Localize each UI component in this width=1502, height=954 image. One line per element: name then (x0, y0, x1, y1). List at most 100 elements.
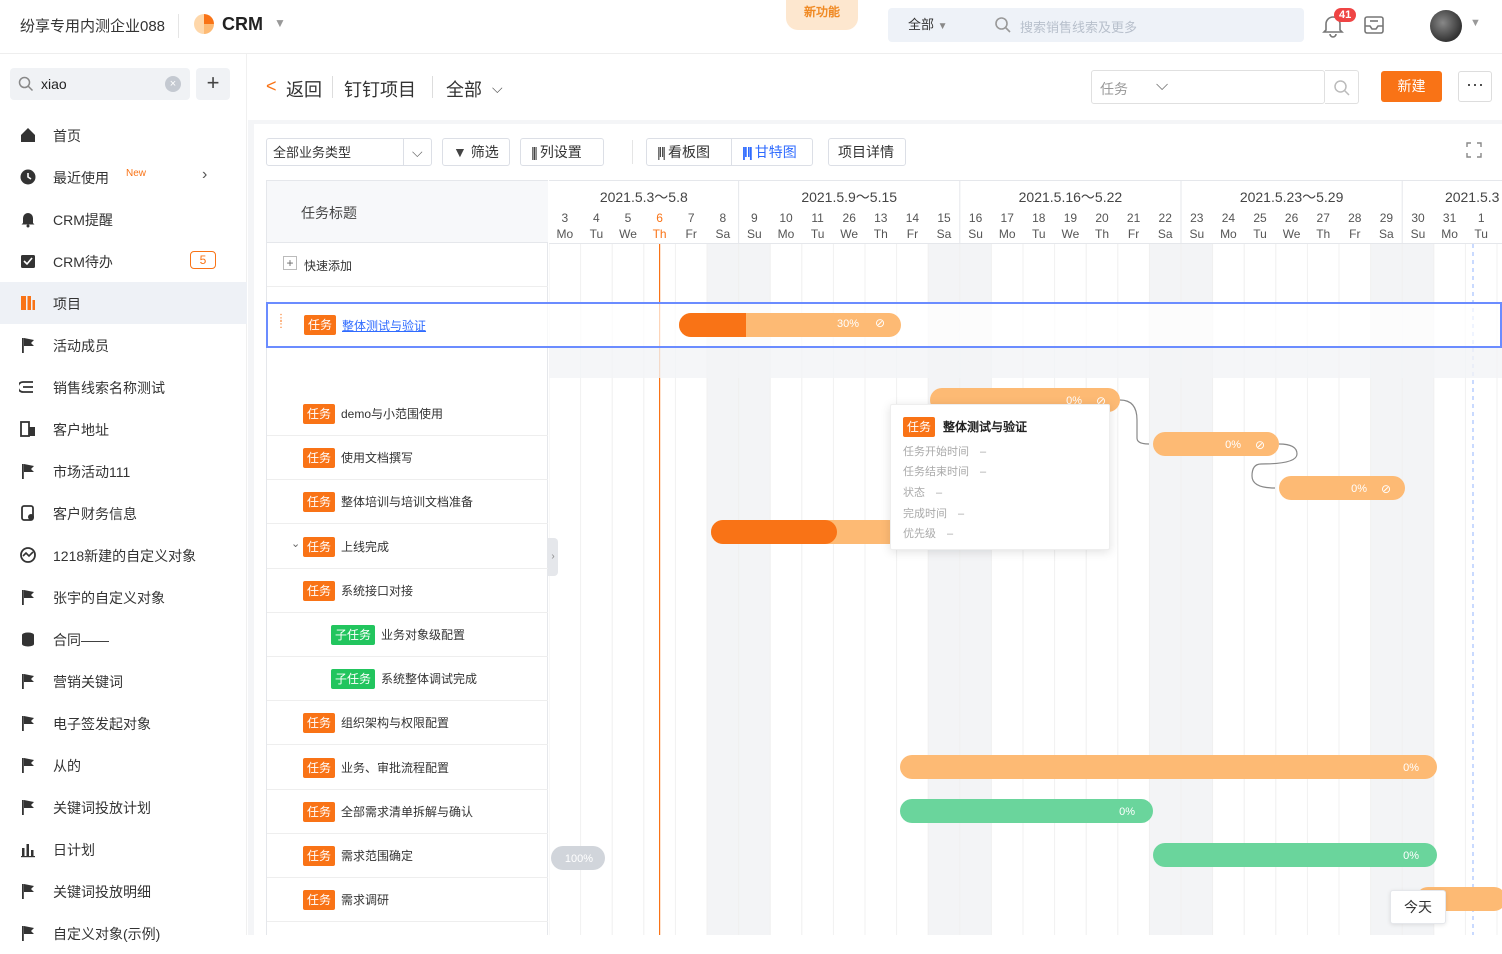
crm-logo-icon (194, 14, 214, 34)
sidebar-item[interactable]: 电子签发起对象 (0, 702, 247, 744)
sidebar-item-label: CRM提醒 (53, 212, 113, 228)
day-weekday: Fr (1128, 227, 1139, 241)
sidebar-item[interactable]: 张宇的自定义对象 (0, 576, 247, 618)
fullscreen-icon[interactable] (1466, 142, 1482, 158)
sidebar-item[interactable]: 1218新建的自定义对象 (0, 534, 247, 576)
collapse-panel-button[interactable]: › (548, 538, 558, 576)
sidebar-item[interactable]: 关键词投放计划 (0, 786, 247, 828)
sidebar-item[interactable]: 最近使用 New › (0, 156, 247, 198)
task-row[interactable]: 任务 需求范围确定 (267, 834, 548, 878)
more-button[interactable]: ··· (1458, 71, 1492, 102)
business-type-select[interactable]: 全部业务类型 ⌵ (266, 138, 432, 166)
column-settings-button[interactable]: ||| 列设置 (520, 138, 604, 166)
week-label: 2021.5.3 (1445, 189, 1500, 205)
task-row[interactable]: 任务 全部需求清单拆解与确认 (267, 790, 548, 834)
task-title[interactable]: 业务、审批流程配置 (341, 759, 449, 776)
app-name[interactable]: CRM (222, 14, 263, 35)
task-title[interactable]: 使用文档撰写 (341, 449, 413, 466)
task-type-select[interactable]: 任务 ⌵ (1091, 70, 1359, 104)
sidebar-item[interactable]: CRM提醒 (0, 198, 247, 240)
task-row[interactable]: 任务 系统接口对接 (267, 569, 548, 613)
sidebar-item-label: 首页 (53, 128, 81, 144)
scope-select[interactable]: 全部 (446, 76, 482, 102)
kanban-view-tab[interactable]: |‖| 看板图 (646, 138, 732, 166)
task-title[interactable]: 需求调研 (341, 891, 389, 908)
timeline-canvas: 2021.5.3～5.8 2021.5.9～5.15 2021.5.16～5.22 2… (549, 180, 1502, 935)
avatar[interactable] (1430, 10, 1462, 42)
gantt-view-tab[interactable]: |‖| 甘特图 (731, 138, 813, 166)
dependency-connector (1119, 399, 1150, 445)
task-row[interactable]: 任务 整体培训与培训文档准备 (267, 480, 548, 525)
progress-label: 30% (837, 318, 860, 330)
task-row[interactable]: 子任务 业务对象级配置 (267, 613, 548, 657)
task-row[interactable]: ⌄ 任务 上线完成 (267, 525, 548, 569)
filter-button[interactable]: ▼ 筛选 (442, 138, 510, 166)
chevron-down-icon[interactable]: ⌵ (492, 80, 503, 97)
task-row[interactable]: 任务 业务、审批流程配置 (267, 746, 548, 790)
task-row[interactable]: 任务 需求调研 (267, 878, 548, 923)
clear-icon[interactable]: × (165, 76, 181, 92)
day-number: 3 (561, 211, 568, 225)
task-title[interactable]: 系统整体调试完成 (381, 670, 477, 687)
search-scope-select[interactable]: 全部 ▼ (888, 8, 970, 42)
company-name[interactable]: 纷享专用内测企业088 (20, 15, 165, 36)
chevron-down-icon[interactable]: ▼ (274, 16, 286, 30)
link-icon[interactable]: ⊘ (875, 316, 885, 330)
sidebar-item[interactable]: 客户财务信息 (0, 492, 247, 534)
selected-task-row[interactable]: ⋮ ⋮ 任务 整体测试与验证 30% ⊘ (266, 302, 1502, 348)
inbox-icon[interactable] (1362, 13, 1386, 37)
sidebar-item[interactable]: CRM待办 5 (0, 240, 247, 282)
drag-handle-icon[interactable]: ⋮ ⋮ (276, 314, 286, 330)
sidebar-item[interactable]: 客户地址 (0, 408, 247, 450)
sidebar-item[interactable]: 关键词投放明细 (0, 870, 247, 912)
sidebar-item[interactable]: 首页 (0, 114, 247, 156)
new-button[interactable]: 新建 (1381, 71, 1442, 102)
link-icon: ⊘ (1381, 482, 1391, 496)
task-row[interactable]: 子任务 系统整体调试完成 (267, 657, 548, 702)
task-row[interactable]: 任务 组织架构与权限配置 (267, 701, 548, 746)
sidebar-item-label: 项目 (53, 296, 81, 312)
sidebar-item[interactable]: 营销关键词 (0, 660, 247, 702)
task-title[interactable]: 业务对象级配置 (381, 626, 465, 643)
today-button[interactable]: 今天 (1390, 890, 1446, 924)
sidebar-item[interactable]: 日计划 (0, 828, 247, 870)
sidebar-item[interactable]: 合同—— (0, 618, 247, 660)
chevron-right-icon[interactable]: › (202, 166, 207, 184)
new-feature-badge[interactable]: 新功能 (786, 0, 858, 30)
sidebar-item[interactable]: 活动成员 (0, 324, 247, 366)
sidebar-item[interactable]: 项目 (0, 282, 247, 324)
task-title[interactable]: 组织架构与权限配置 (341, 714, 449, 731)
task-title-link[interactable]: 整体测试与验证 (342, 317, 426, 334)
day-number: 17 (1001, 211, 1015, 225)
sidebar-item[interactable]: 从的 (0, 744, 247, 786)
task-title[interactable]: 整体培训与培训文档准备 (341, 493, 473, 510)
sidebar-item[interactable]: 销售线索名称测试 (0, 366, 247, 408)
task-title[interactable]: 上线完成 (341, 538, 389, 555)
global-search-input[interactable]: 搜索销售线索及更多 (970, 8, 1304, 42)
sidebar-item[interactable]: 自定义对象(示例) (0, 912, 247, 954)
back-button[interactable]: 返回 (286, 76, 322, 102)
task-title[interactable]: 需求范围确定 (341, 847, 413, 864)
selected-task-bar[interactable]: 30% ⊘ (679, 313, 901, 337)
day-number: 20 (1095, 211, 1109, 225)
day-weekday: Tu (1253, 227, 1267, 241)
chevron-down-icon[interactable]: ▼ (1470, 17, 1481, 29)
add-button[interactable]: + (196, 68, 230, 100)
task-search-button[interactable] (1325, 70, 1359, 104)
bar-progress-label: 0% (1403, 762, 1419, 774)
sidebar-item-label: 营销关键词 (53, 674, 123, 690)
task-row[interactable]: 任务 使用文档撰写 (267, 436, 548, 481)
quick-add-row[interactable]: + 快速添加 (267, 244, 548, 287)
task-title[interactable]: 系统接口对接 (341, 582, 413, 599)
project-details-button[interactable]: 项目详情 (828, 138, 906, 166)
task-title[interactable]: 全部需求清单拆解与确认 (341, 803, 473, 820)
day-weekday: Fr (1349, 227, 1360, 241)
sidebar-item-label: 合同—— (53, 632, 109, 648)
back-arrow-icon[interactable]: < (266, 76, 277, 97)
sidebar-search-input[interactable]: xiao × (10, 68, 190, 100)
sidebar-item[interactable]: 市场活动111 (0, 450, 247, 492)
expand-caret-icon[interactable]: ⌄ (291, 537, 300, 550)
divider (432, 76, 433, 98)
task-title[interactable]: demo与小范围使用 (341, 405, 443, 422)
task-row[interactable]: 任务 demo与小范围使用 (267, 392, 548, 436)
